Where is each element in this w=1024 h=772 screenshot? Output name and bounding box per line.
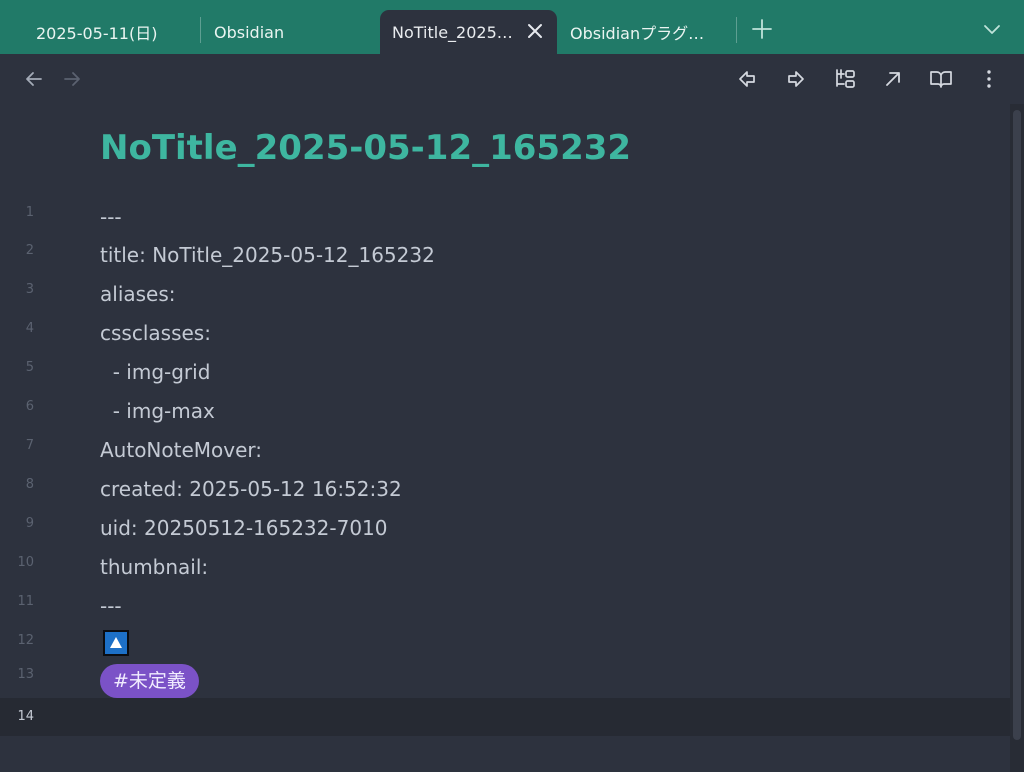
close-icon[interactable] (525, 21, 545, 41)
scrollbar-thumb[interactable] (1013, 110, 1021, 740)
line-number: 4 (25, 321, 34, 336)
editor-line[interactable]: 6 - img-max (0, 396, 1010, 434)
book-open-icon[interactable] (927, 65, 955, 93)
tab-daily-note[interactable]: 2025-05-11(日) (0, 10, 200, 54)
line-number: 11 (17, 594, 34, 609)
editor-line[interactable]: 8 created: 2025-05-12 16:52:32 (0, 474, 1010, 512)
arrow-left-icon[interactable] (20, 65, 48, 93)
line-number: 2 (25, 243, 34, 258)
line-number: 9 (25, 516, 34, 531)
arrow-right-icon[interactable] (58, 65, 86, 93)
tab-label: Obsidianプラグ… (570, 24, 705, 43)
line-number: 7 (25, 438, 34, 453)
line-text[interactable]: created: 2025-05-12 16:52:32 (100, 474, 402, 504)
line-text[interactable]: cssclasses: (100, 318, 211, 348)
line-text[interactable]: thumbnail: (100, 552, 208, 582)
tag-pill[interactable]: #未定義 (100, 664, 199, 698)
line-text[interactable]: title: NoTitle_2025-05-12_165232 (100, 240, 435, 270)
line-number: 1 (25, 205, 34, 220)
tab-obsidian[interactable]: Obsidian (201, 10, 379, 54)
plus-icon[interactable] (749, 16, 775, 42)
back-arrow-icon[interactable] (733, 65, 761, 93)
chevron-down-icon[interactable] (979, 16, 1005, 42)
line-number: 10 (17, 555, 34, 570)
line-text[interactable]: - img-grid (100, 357, 211, 387)
line-text[interactable]: aliases: (100, 279, 176, 309)
tab-bar: 2025-05-11(日) Obsidian NoTitle_2025… Obs… (0, 0, 1024, 54)
arrow-up-right-icon[interactable] (879, 65, 907, 93)
editor-line[interactable]: 1 --- (0, 202, 1010, 240)
editor-line[interactable]: 10 thumbnail: (0, 552, 1010, 590)
line-text[interactable]: AutoNoteMover: (100, 435, 262, 465)
obsidian-window: 2025-05-11(日) Obsidian NoTitle_2025… Obs… (0, 0, 1024, 772)
tab-obsidian-plugin[interactable]: Obsidianプラグ… (557, 10, 735, 54)
editor-line[interactable]: 5 - img-grid (0, 357, 1010, 395)
scrollbar[interactable] (1010, 104, 1024, 772)
line-text[interactable]: --- (100, 591, 122, 621)
line-number: 5 (25, 360, 34, 375)
line-number: 13 (17, 667, 34, 682)
line-number: 12 (17, 633, 34, 648)
editor-line[interactable]: 7 AutoNoteMover: (0, 435, 1010, 473)
line-number: 3 (25, 282, 34, 297)
tab-label: Obsidian (214, 22, 285, 42)
editor[interactable]: NoTitle_2025-05-12_165232 1 --- 2 title:… (0, 104, 1010, 772)
line-number: 14 (17, 709, 34, 724)
editor-line[interactable]: 11 --- (0, 591, 1010, 629)
editor-line[interactable]: 4 cssclasses: (0, 318, 1010, 356)
tab-label: NoTitle_2025… (392, 22, 513, 42)
editor-line[interactable]: 13 #未定義 (0, 664, 1010, 702)
editor-line[interactable]: 3 aliases: (0, 279, 1010, 317)
editor-line[interactable]: 9 uid: 20250512-165232-7010 (0, 513, 1010, 551)
tab-active-note[interactable]: NoTitle_2025… (380, 10, 557, 54)
more-vertical-icon[interactable] (975, 65, 1003, 93)
tab-label: 2025-05-11(日) (36, 24, 158, 43)
hierarchy-icon[interactable] (831, 65, 859, 93)
line-text[interactable]: uid: 20250512-165232-7010 (100, 513, 388, 543)
editor-line-active[interactable]: 14 (0, 698, 1010, 736)
line-number: 6 (25, 399, 34, 414)
warning-icon[interactable] (103, 630, 129, 656)
line-number: 8 (25, 477, 34, 492)
view-header (0, 54, 1024, 104)
line-text[interactable]: - img-max (100, 396, 215, 426)
editor-line[interactable]: 12 (0, 630, 1010, 668)
forward-arrow-icon[interactable] (782, 65, 810, 93)
tab-separator (736, 17, 737, 43)
editor-line[interactable]: 2 title: NoTitle_2025-05-12_165232 (0, 240, 1010, 278)
note-title[interactable]: NoTitle_2025-05-12_165232 (100, 128, 631, 168)
line-text[interactable]: --- (100, 202, 122, 232)
